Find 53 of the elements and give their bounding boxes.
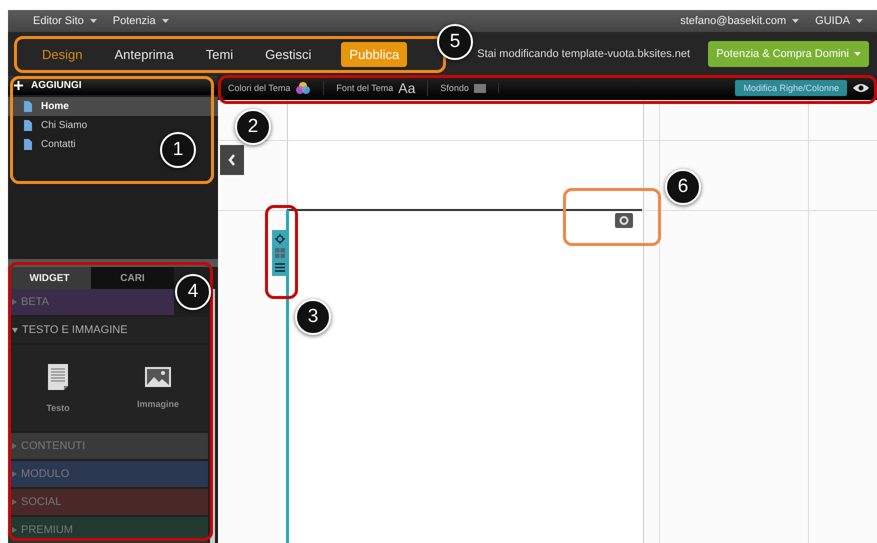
page-item[interactable]: Home (8, 97, 218, 116)
color-circles-icon (295, 81, 312, 95)
toolbar-label: Sfondo (440, 83, 469, 93)
nav-tab[interactable]: Temi (190, 46, 250, 62)
page-icon (24, 120, 32, 131)
collapse-button[interactable] (220, 145, 244, 175)
page-label: Contatti (41, 139, 76, 150)
page-icon (24, 139, 32, 150)
plus-icon (14, 81, 23, 90)
scrollbar[interactable] (210, 289, 215, 543)
swatch-icon (474, 84, 486, 92)
triangle-right-icon (12, 527, 17, 533)
document-icon (47, 363, 69, 391)
page-label: Home (41, 101, 69, 112)
page-item[interactable]: Contatti (8, 135, 144, 154)
triangle-down-icon (12, 328, 18, 332)
caret-icon (856, 19, 863, 23)
triangle-right-icon (12, 499, 17, 505)
eye-icon[interactable] (853, 83, 869, 93)
caret-icon (90, 19, 97, 23)
menu-item[interactable]: stefano@basekit.com (680, 15, 800, 27)
image-icon (145, 367, 171, 387)
triangle-right-icon (12, 299, 17, 305)
nav-tab[interactable]: Gestisci (249, 46, 328, 62)
toolbar-label: Colori del Tema (228, 83, 290, 93)
widget-label: Immagine (136, 399, 179, 409)
widget-tab[interactable]: WIDGET (8, 267, 91, 289)
page-icon (24, 101, 32, 112)
widget-item[interactable]: Testo (8, 345, 108, 431)
font-sample: Aa (398, 80, 416, 96)
widget-item[interactable]: Immagine (108, 345, 208, 431)
triangle-right-icon (12, 443, 17, 449)
nav-tab[interactable]: Design (26, 46, 98, 62)
category-header[interactable]: TESTO E IMMAGINE (8, 317, 208, 343)
page-label: Chi Siamo (41, 120, 88, 131)
add-label: AGGIUNGI (31, 80, 82, 91)
nav-tab[interactable]: Anteprima (98, 46, 190, 62)
grid-icon (275, 248, 285, 258)
menu-item[interactable]: Editor Sito (33, 15, 97, 27)
column-handle[interactable] (272, 230, 288, 276)
caret-icon (854, 52, 861, 56)
editing-notice: Stai modificando template-vuota.bksites.net (477, 48, 690, 60)
menu-icon (275, 262, 285, 272)
toolbar-label: Font del Tema (336, 83, 394, 93)
page-item[interactable]: Chi Siamo (8, 116, 144, 135)
chevron-left-icon (228, 154, 236, 166)
widget-label: Testo (46, 403, 70, 413)
caret-icon (162, 19, 169, 23)
widget-tab[interactable]: CARI (91, 267, 174, 289)
caret-icon (792, 19, 800, 23)
menu-item[interactable]: Potenzia (112, 15, 169, 27)
menu-item[interactable]: GUIDA (815, 15, 863, 27)
triangle-right-icon (12, 471, 17, 477)
